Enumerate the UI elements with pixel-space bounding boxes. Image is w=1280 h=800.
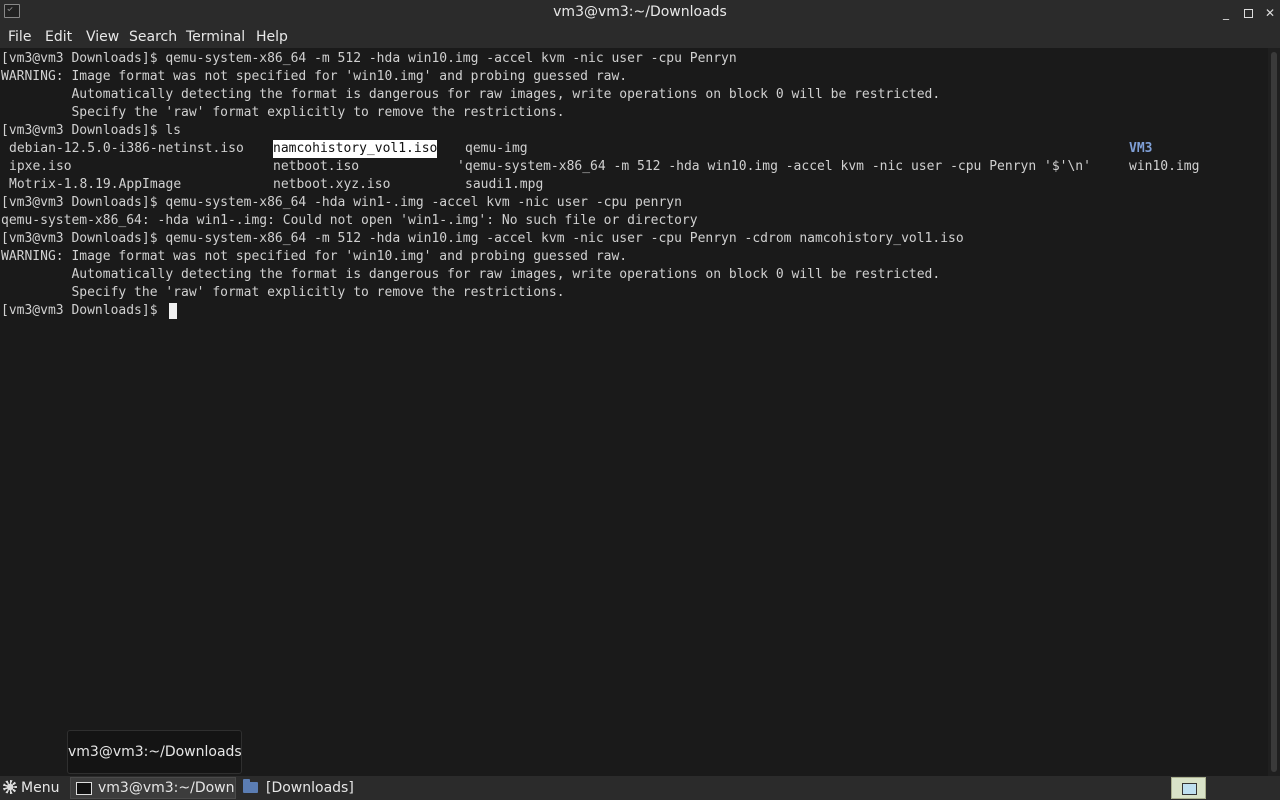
taskbar-tooltip: vm3@vm3:~/Downloads xyxy=(67,730,242,774)
menubar: File Edit View Search Terminal Help xyxy=(0,26,1280,48)
menu-terminal[interactable]: Terminal xyxy=(186,28,245,46)
terminal-line: [vm3@vm3 Downloads]$ ls xyxy=(1,123,182,138)
terminal-line: [vm3@vm3 Downloads]$ qemu-system-x86_64 … xyxy=(1,195,682,210)
gear-logo-icon xyxy=(3,780,17,794)
terminal-line: Specify the 'raw' format explicitly to r… xyxy=(1,285,565,300)
folder-icon xyxy=(243,779,258,793)
terminal-line: Specify the 'raw' format explicitly to r… xyxy=(1,105,565,120)
terminal-scrollbar[interactable] xyxy=(1268,48,1280,776)
ls-entry: netboot.xyz.iso xyxy=(273,177,391,192)
ls-entry: netboot.iso xyxy=(273,159,360,174)
terminal-line: [vm3@vm3 Downloads]$ qemu-system-x86_64 … xyxy=(1,51,737,66)
ls-entry: win10.img xyxy=(1129,159,1200,174)
window-title: vm3@vm3:~/Downloads xyxy=(553,4,727,20)
taskbar-item-label: vm3@vm3:~/Downl... xyxy=(98,780,234,796)
start-menu-label: Menu xyxy=(21,780,60,796)
menu-help[interactable]: Help xyxy=(256,28,288,46)
terminal-cursor xyxy=(169,303,177,319)
ls-entry: 'qemu-system-x86_64 -m 512 -hda win10.im… xyxy=(457,159,1091,174)
scrollbar-thumb[interactable] xyxy=(1271,52,1277,772)
terminal-icon xyxy=(76,782,92,795)
ls-entry-directory: VM3 xyxy=(1129,141,1153,156)
terminal-line: Automatically detecting the format is da… xyxy=(1,87,941,102)
menu-edit[interactable]: Edit xyxy=(45,28,72,46)
menu-view[interactable]: View xyxy=(86,28,119,46)
close-button[interactable]: ✕ xyxy=(1262,5,1278,21)
ls-entry: saudi1.mpg xyxy=(465,177,544,192)
terminal-line: qemu-system-x86_64: -hda win1-.img: Coul… xyxy=(1,213,698,228)
ls-entry: debian-12.5.0-i386-netinst.iso xyxy=(9,141,244,156)
minimize-button[interactable]: _ xyxy=(1218,5,1234,21)
maximize-button[interactable] xyxy=(1240,5,1256,21)
taskbar-item-downloads[interactable]: [Downloads] xyxy=(240,777,354,799)
terminal-line: WARNING: Image format was not specified … xyxy=(1,249,628,264)
maximize-icon xyxy=(1243,9,1253,18)
start-menu-button[interactable]: Menu xyxy=(0,776,66,800)
taskbar-item-label: [Downloads] xyxy=(266,780,354,796)
terminal-line: [vm3@vm3 Downloads]$ qemu-system-x86_64 … xyxy=(1,231,964,246)
taskbar: Menu vm3@vm3:~/Downl... [Downloads] xyxy=(0,776,1280,800)
ls-entry: qemu-img xyxy=(465,141,528,156)
ls-entry: ipxe.iso xyxy=(9,159,72,174)
ls-entry: Motrix-1.8.19.AppImage xyxy=(9,177,182,192)
taskbar-item-terminal[interactable]: vm3@vm3:~/Downl... xyxy=(70,777,236,799)
window-titlebar[interactable]: vm3@vm3:~/Downloads _ ✕ xyxy=(0,0,1280,26)
ls-entry-selected: namcohistory_vol1.iso xyxy=(273,140,438,158)
menu-search[interactable]: Search xyxy=(129,28,177,46)
show-desktop-icon xyxy=(1182,783,1197,795)
menu-file[interactable]: File xyxy=(8,28,31,46)
terminal-line: WARNING: Image format was not specified … xyxy=(1,69,628,84)
terminal-line: Automatically detecting the format is da… xyxy=(1,267,941,282)
terminal-prompt: [vm3@vm3 Downloads]$ xyxy=(1,303,166,318)
show-desktop-button[interactable] xyxy=(1171,777,1206,799)
